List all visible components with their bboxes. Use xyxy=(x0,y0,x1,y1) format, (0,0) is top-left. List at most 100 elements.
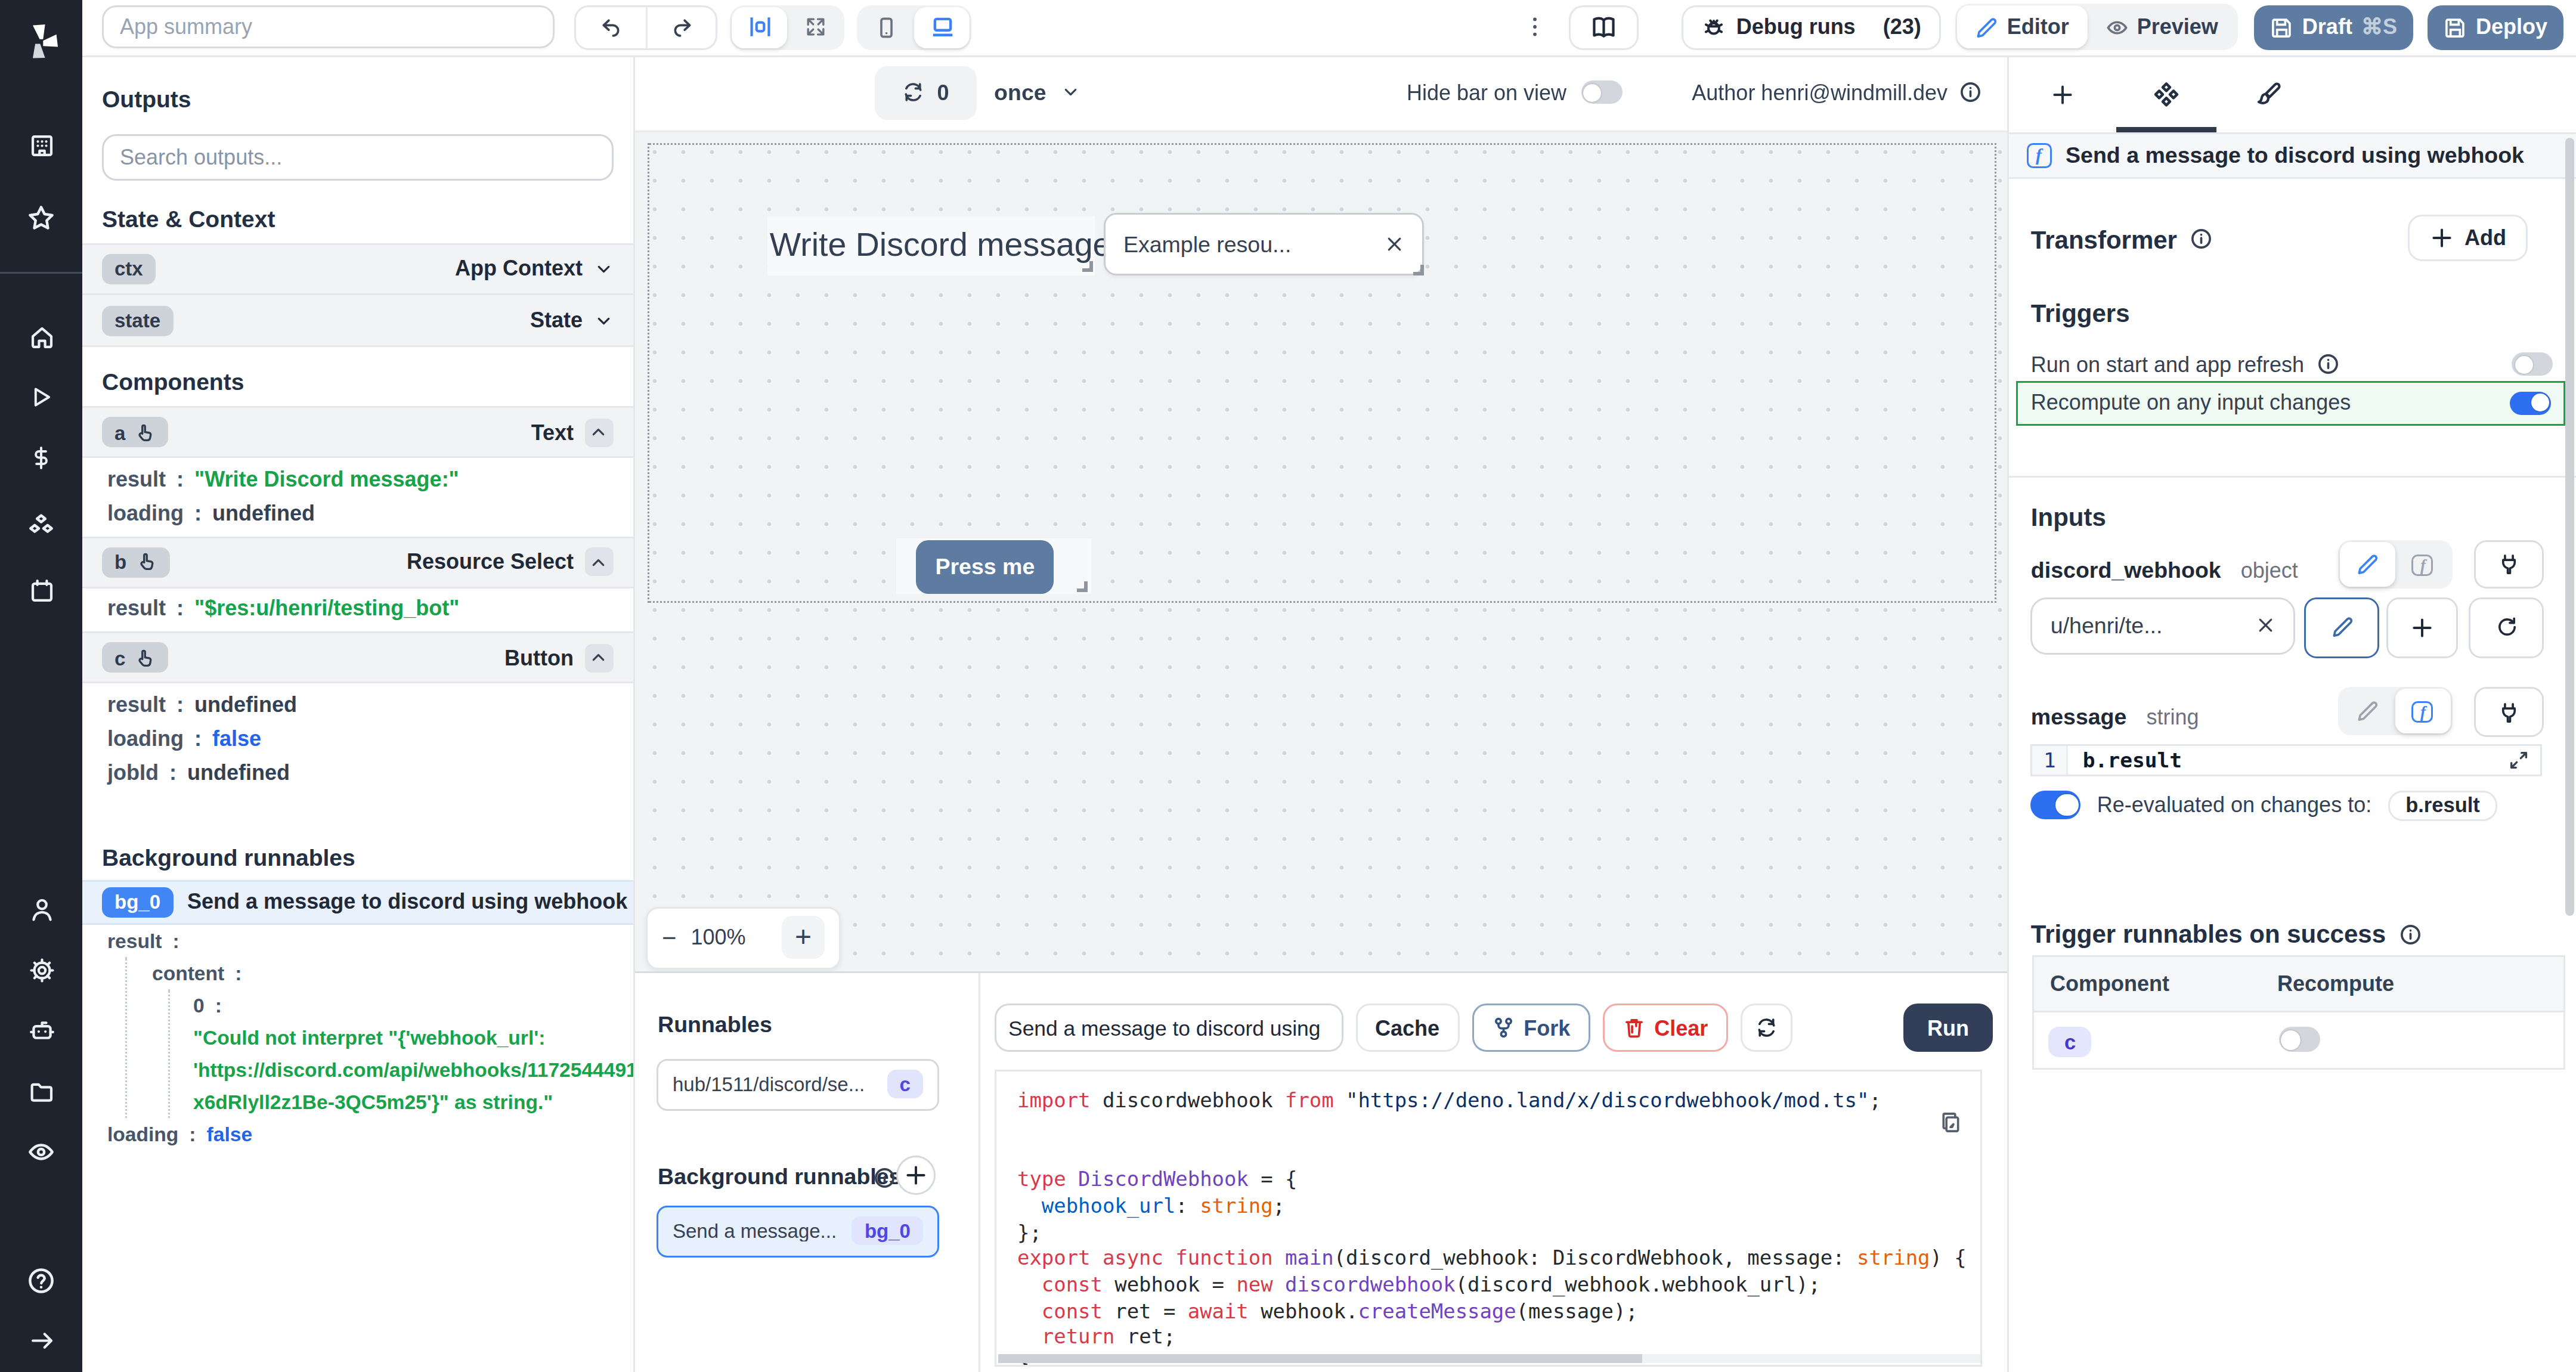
component-row-a[interactable]: a Text xyxy=(82,406,633,459)
text-component[interactable]: Write Discord message: xyxy=(768,216,1095,275)
output-line[interactable]: result: xyxy=(107,925,633,957)
search-outputs-input[interactable]: Search outputs... xyxy=(102,134,613,180)
preview-tab[interactable]: Preview xyxy=(2087,6,2236,49)
clear-selection-icon[interactable] xyxy=(1384,235,1404,255)
tab-insert[interactable] xyxy=(2010,57,2114,132)
help-icon[interactable] xyxy=(0,1250,82,1311)
press-me-button[interactable]: Press me xyxy=(916,540,1054,593)
row-recompute-toggle[interactable] xyxy=(2279,1027,2320,1052)
add-transformer-button[interactable]: Add xyxy=(2407,214,2528,261)
code-horizontal-scrollbar[interactable] xyxy=(998,1354,1981,1363)
tab-settings[interactable] xyxy=(2114,57,2218,132)
output-line[interactable]: x6dRlyll2z1Be-3QC5m25'}" as string." xyxy=(193,1086,633,1118)
connect-input-button-2[interactable] xyxy=(2473,687,2543,737)
zoom-in-button[interactable]: + xyxy=(782,916,825,959)
collapse-button[interactable] xyxy=(584,643,613,672)
cache-button[interactable]: Cache xyxy=(1355,1004,1459,1052)
context-row-state[interactable]: state State xyxy=(82,295,633,348)
background-runnable-row[interactable]: bg_0 Send a message to discord using web… xyxy=(82,880,633,925)
redo-button[interactable] xyxy=(646,7,716,48)
folder-icon[interactable] xyxy=(0,1061,82,1122)
expand-editor-icon[interactable] xyxy=(2509,746,2530,775)
panel-scrollbar[interactable] xyxy=(2565,57,2574,1371)
eye-icon[interactable] xyxy=(0,1122,82,1182)
mobile-view-button[interactable] xyxy=(859,7,914,48)
copy-icon[interactable] xyxy=(1940,1111,1963,1134)
resource-select-component[interactable]: Example resou... xyxy=(1104,213,1423,276)
app-summary-input[interactable]: App summary xyxy=(102,6,555,49)
deploy-button[interactable]: Deploy xyxy=(2428,5,2563,50)
editor-tab[interactable]: Editor xyxy=(1957,6,2087,49)
undo-button[interactable] xyxy=(576,7,646,48)
calendar-icon[interactable] xyxy=(0,560,82,621)
centered-layout-button[interactable] xyxy=(732,7,787,48)
eval-mode-button[interactable]: f xyxy=(2395,543,2451,587)
add-resource-button[interactable] xyxy=(2387,597,2459,658)
arrow-right-icon[interactable] xyxy=(0,1309,82,1370)
message-code-input[interactable]: 1 b.result xyxy=(2031,744,2543,777)
bg-runnable-item-selected[interactable]: Send a message... bg_0 xyxy=(657,1205,939,1257)
resize-handle[interactable] xyxy=(1413,265,1423,276)
building-icon[interactable] xyxy=(0,114,82,175)
resize-handle[interactable] xyxy=(1082,262,1092,272)
runnable-item[interactable]: hub/1511/discord/se... c xyxy=(657,1059,939,1111)
collapse-button[interactable] xyxy=(584,418,613,447)
static-mode-button[interactable] xyxy=(2340,543,2395,587)
recompute-toggle[interactable] xyxy=(2510,391,2552,414)
gear-icon[interactable] xyxy=(0,939,82,1000)
output-line[interactable]: loading:false xyxy=(107,1118,633,1150)
script-name-input[interactable]: Send a message to discord using xyxy=(994,1004,1343,1052)
clear-resource-icon[interactable] xyxy=(2256,616,2276,636)
schedule-dropdown[interactable]: once xyxy=(994,66,1080,119)
run-button[interactable]: Run xyxy=(1904,1004,1992,1052)
reeval-target[interactable]: b.result xyxy=(2388,790,2498,820)
output-line[interactable]: jobId:undefined xyxy=(82,757,633,792)
output-line[interactable]: "Could not interpret "{'webhook_url': xyxy=(193,1021,633,1054)
run-on-start-toggle[interactable] xyxy=(2512,353,2553,376)
component-row-b[interactable]: b Resource Select xyxy=(82,536,633,589)
user-icon[interactable] xyxy=(0,878,82,939)
robot-icon[interactable] xyxy=(0,1000,82,1061)
edit-resource-button[interactable] xyxy=(2305,597,2379,658)
refresh-count-button[interactable]: 0 xyxy=(874,66,976,119)
output-line[interactable]: result:"Write Discord message:" xyxy=(82,463,633,497)
cubes-icon[interactable] xyxy=(0,495,82,556)
clear-button[interactable]: Clear xyxy=(1602,1004,1727,1052)
desktop-view-button[interactable] xyxy=(914,7,970,48)
resize-handle[interactable] xyxy=(1078,581,1088,592)
button-component-wrapper[interactable]: Press me xyxy=(896,538,1091,594)
dollar-icon[interactable] xyxy=(0,428,82,488)
static-mode-button[interactable] xyxy=(2340,689,2395,734)
fullscreen-layout-button[interactable] xyxy=(787,7,843,48)
docs-button[interactable] xyxy=(1568,5,1638,50)
home-icon[interactable] xyxy=(0,306,82,367)
refresh-resource-button[interactable] xyxy=(2469,597,2544,658)
more-menu-button[interactable] xyxy=(1522,15,1547,40)
debug-runs-button[interactable]: Debug runs (23) xyxy=(1681,5,1941,50)
star-icon[interactable] xyxy=(0,188,82,249)
output-line[interactable]: content: xyxy=(152,957,633,989)
output-line[interactable]: loading:false xyxy=(82,723,633,757)
component-row-c[interactable]: c Button xyxy=(82,631,633,684)
windmill-logo[interactable] xyxy=(0,11,82,72)
resource-input[interactable]: u/henri/te... xyxy=(2031,598,2296,654)
hide-bar-toggle[interactable] xyxy=(1581,81,1622,104)
tab-styling[interactable] xyxy=(2218,57,2321,132)
fork-button[interactable]: Fork xyxy=(1472,1004,1590,1052)
context-row-ctx[interactable]: ctx App Context xyxy=(82,243,633,295)
collapse-button[interactable] xyxy=(584,548,613,577)
play-icon[interactable] xyxy=(0,367,82,428)
output-line[interactable]: result:undefined xyxy=(82,688,633,723)
eval-mode-button[interactable]: f xyxy=(2395,689,2451,734)
output-line[interactable]: 'https://discord.com/api/webhooks/117254… xyxy=(193,1054,633,1086)
refresh-code-button[interactable] xyxy=(1740,1004,1792,1052)
app-canvas[interactable]: Write Discord message: Example resou... … xyxy=(634,132,2007,972)
reeval-toggle[interactable] xyxy=(2031,791,2081,819)
output-line[interactable]: loading:undefined xyxy=(82,497,633,532)
connect-input-button[interactable] xyxy=(2473,540,2543,589)
zoom-out-button[interactable]: − xyxy=(662,924,677,952)
output-line[interactable]: result:"$res:u/henri/testing_bot" xyxy=(82,593,633,627)
draft-button[interactable]: Draft⌘S xyxy=(2254,5,2413,50)
code-editor[interactable]: import discordwebhook from "https://deno… xyxy=(994,1070,1983,1367)
output-line[interactable]: 0: xyxy=(193,989,633,1021)
